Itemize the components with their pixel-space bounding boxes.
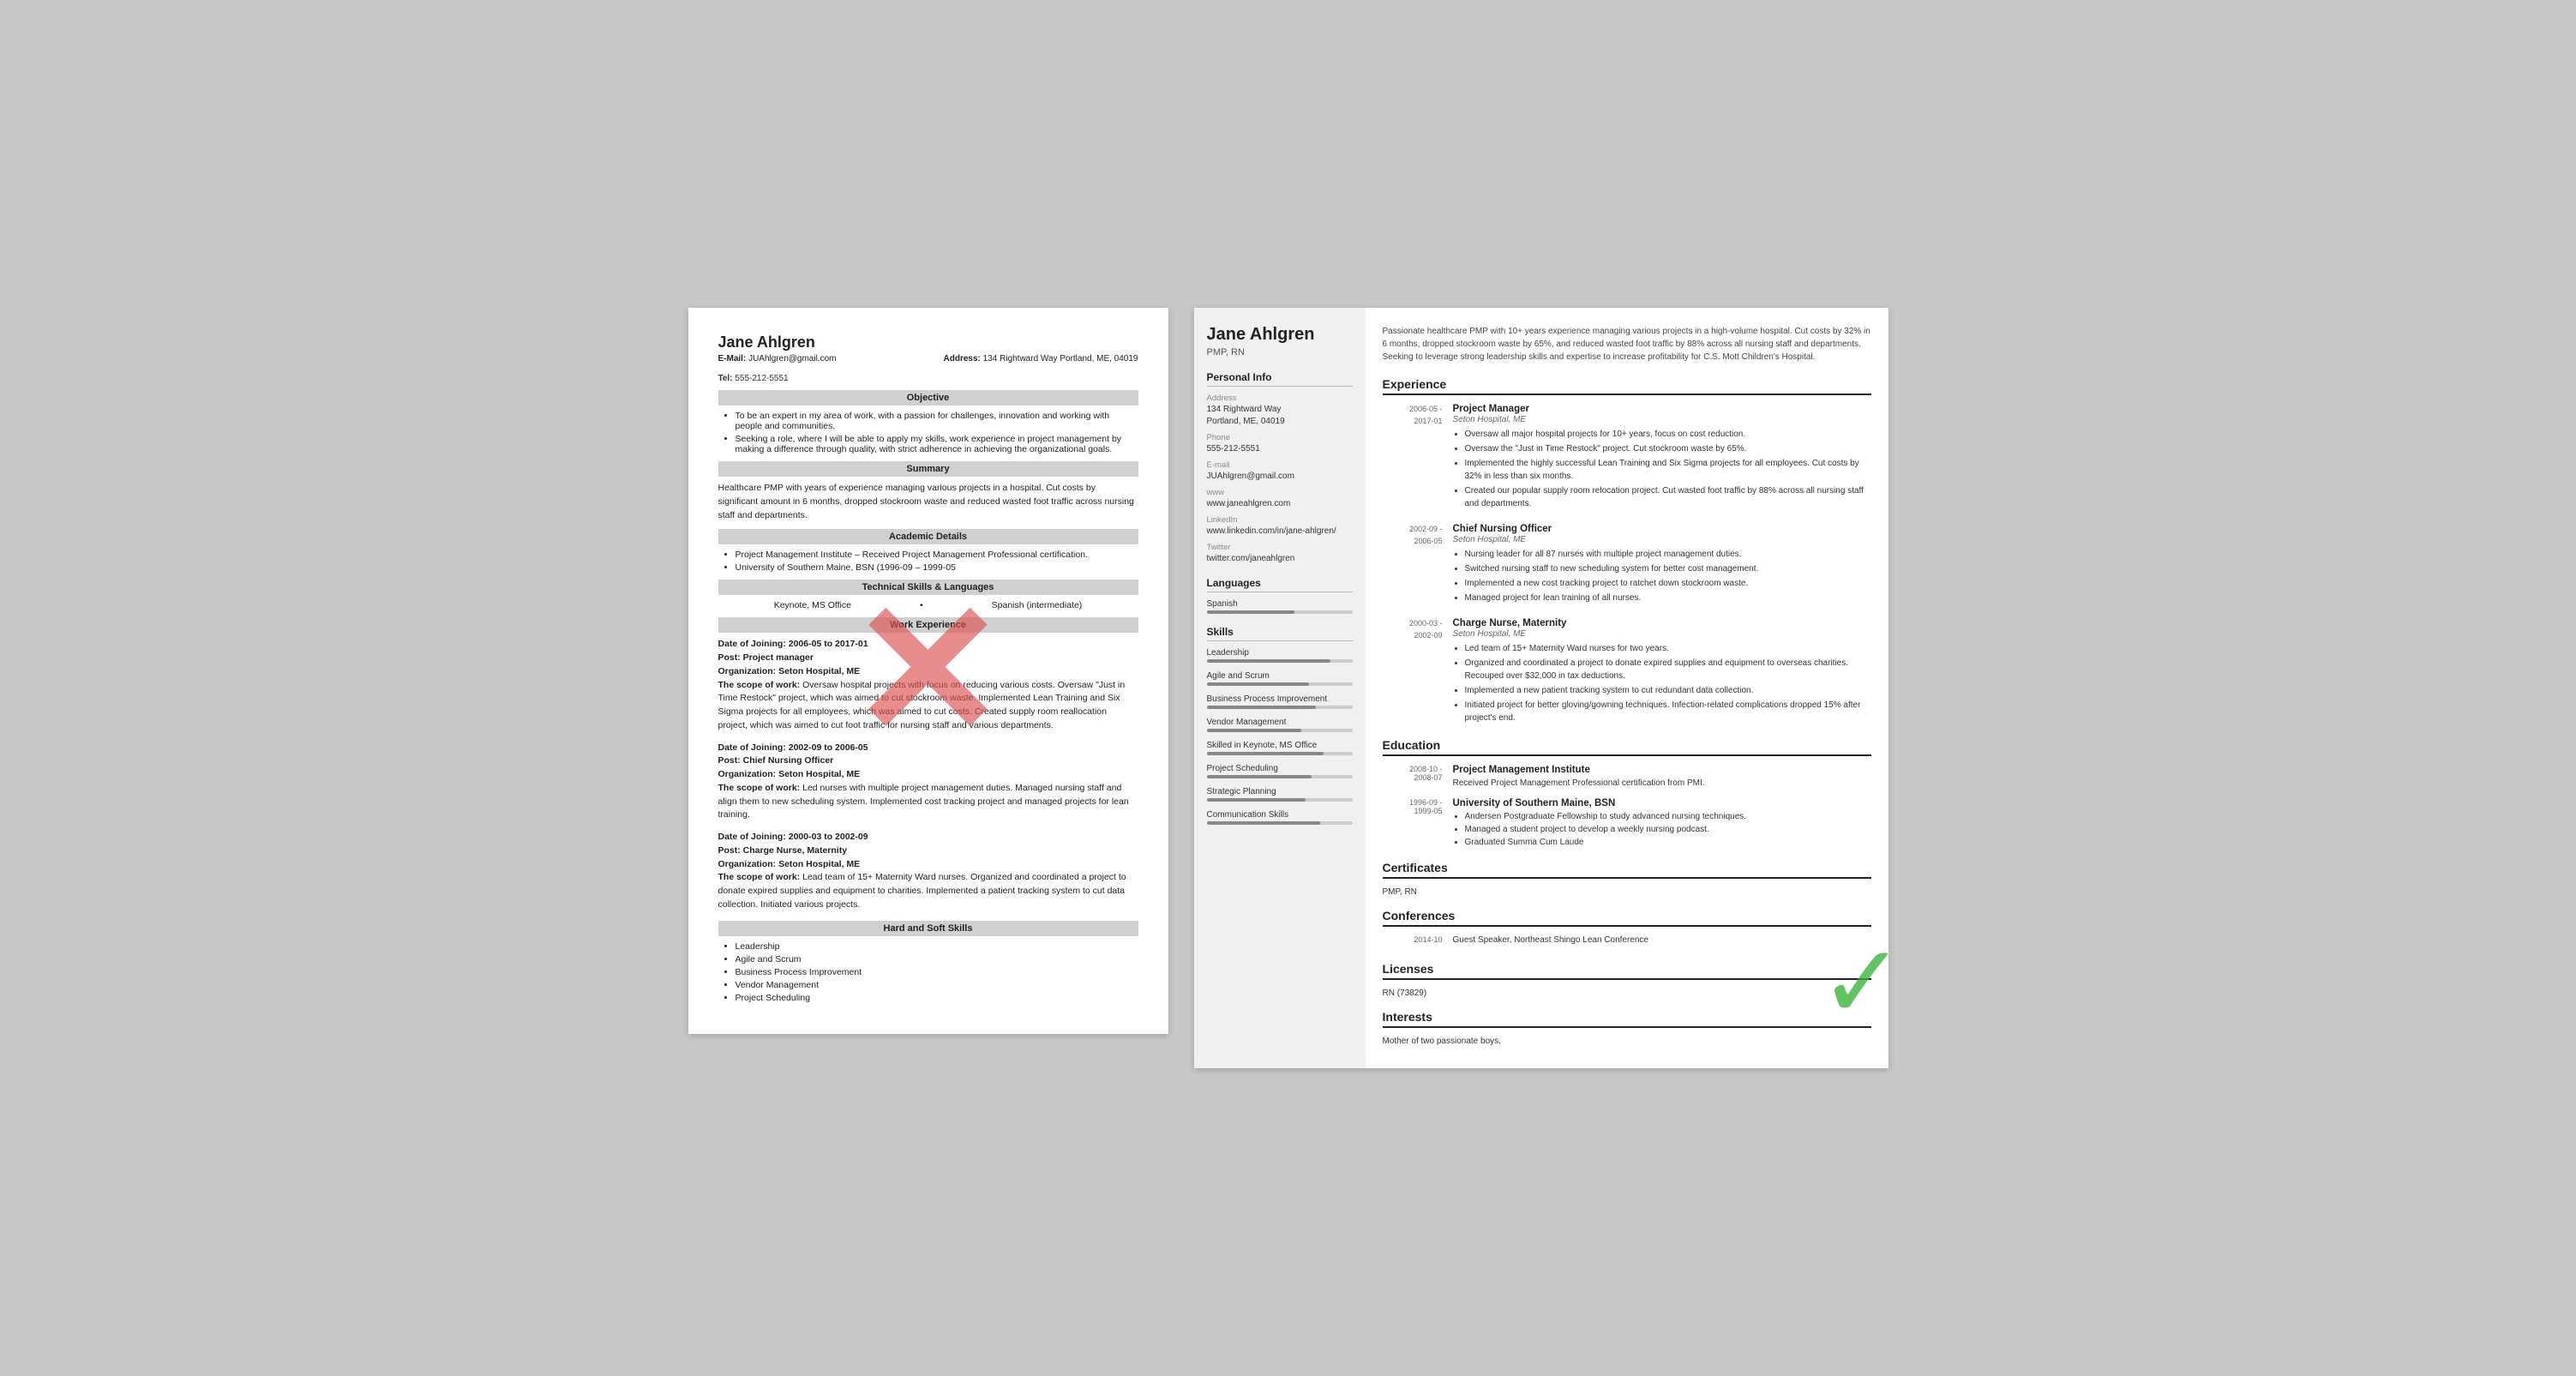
hard-soft-list: Leadership Agile and Scrum Business Proc… bbox=[718, 941, 1138, 1003]
skill-keynote: Skilled in Keynote, MS Office bbox=[1207, 741, 1353, 755]
languages-section: Languages Spanish bbox=[1207, 577, 1353, 614]
email-label: E-mail bbox=[1207, 460, 1353, 470]
edu-entry-1: 2008-10 - 2008-07 Project Management Ins… bbox=[1383, 765, 1871, 790]
academic-item-1: Project Management Institute – Received … bbox=[736, 550, 1138, 560]
spanish-bar bbox=[1207, 610, 1353, 614]
exp-entry-2: 2002-09 - 2006-05 Chief Nursing Officer … bbox=[1383, 524, 1871, 606]
hard-soft-header: Hard and Soft Skills bbox=[718, 921, 1138, 936]
skill-project-scheduling: Project Scheduling bbox=[1207, 764, 1353, 778]
work-entry-3: Date of Joining: 2000-03 to 2002-09 Post… bbox=[718, 831, 1138, 912]
spanish-bar-fill bbox=[1207, 610, 1294, 614]
address-value: 134 Rightward WayPortland, ME, 04019 bbox=[1207, 404, 1353, 428]
objective-header: Objective bbox=[718, 390, 1138, 406]
phone-value: 555-212-5551 bbox=[1207, 443, 1353, 455]
personal-info-title: Personal Info bbox=[1207, 371, 1353, 387]
skill-communication: Communication Skills bbox=[1207, 810, 1353, 825]
hard-soft-2: Agile and Scrum bbox=[736, 954, 1138, 964]
exp-dates-1: 2006-05 - 2017-01 bbox=[1383, 404, 1443, 512]
work-entry-2: Date of Joining: 2002-09 to 2006-05 Post… bbox=[718, 742, 1138, 823]
right-main: Passionate healthcare PMP with 10+ years… bbox=[1366, 308, 1888, 1068]
email-value: JUAhlgren@gmail.com bbox=[1207, 471, 1353, 483]
objective-list: To be an expert in my area of work, with… bbox=[718, 411, 1138, 454]
edu-dates-2: 1996-09 - 1999-05 bbox=[1383, 798, 1443, 849]
twitter-value: twitter.com/janeahlgren bbox=[1207, 553, 1353, 565]
exp-details-3: Charge Nurse, Maternity Seton Hospital, … bbox=[1453, 618, 1871, 726]
objective-item-2: Seeking a role, where I will be able to … bbox=[736, 434, 1138, 454]
twitter-label: Twitter bbox=[1207, 543, 1353, 552]
skill-bpi: Business Process Improvement bbox=[1207, 694, 1353, 709]
work-header: Work Experience bbox=[718, 617, 1138, 633]
www-label: www bbox=[1207, 488, 1353, 497]
linkedin-value: www.linkedin.com/in/jane-ahlgren/ bbox=[1207, 526, 1353, 538]
skills-title: Skills bbox=[1207, 626, 1353, 641]
exp-entry-1: 2006-05 - 2017-01 Project Manager Seton … bbox=[1383, 404, 1871, 512]
int-title: Interests bbox=[1383, 1010, 1871, 1028]
hard-soft-4: Vendor Management bbox=[736, 980, 1138, 990]
hard-soft-1: Leadership bbox=[736, 941, 1138, 952]
academic-item-2: University of Southern Maine, BSN (1996-… bbox=[736, 562, 1138, 573]
hard-soft-5: Project Scheduling bbox=[736, 993, 1138, 1003]
academic-header: Academic Details bbox=[718, 529, 1138, 544]
right-sidebar: Jane Ahlgren PMP, RN Personal Info Addre… bbox=[1194, 308, 1366, 1068]
right-name: Jane Ahlgren bbox=[1207, 325, 1353, 345]
exp-bullets-2: Nursing leader for all 87 nurses with mu… bbox=[1453, 548, 1871, 604]
conf-entry-1: 2014-10 Guest Speaker, Northeast Shingo … bbox=[1383, 935, 1871, 950]
left-email: E-Mail: JUAhlgren@gmail.com bbox=[718, 354, 837, 364]
edu-details-2: University of Southern Maine, BSN Anders… bbox=[1453, 798, 1871, 849]
exp-dates-3: 2000-03 - 2002-09 bbox=[1383, 618, 1443, 726]
spanish-label: Spanish bbox=[1207, 599, 1353, 609]
exp-bullets-3: Led team of 15+ Maternity Ward nurses fo… bbox=[1453, 642, 1871, 724]
education-title: Education bbox=[1383, 738, 1871, 756]
phone-label: Phone bbox=[1207, 433, 1353, 442]
objective-item-1: To be an expert in my area of work, with… bbox=[736, 411, 1138, 431]
spanish-skill: Spanish bbox=[1207, 599, 1353, 614]
left-address: Address: 134 Rightward Way Portland, ME,… bbox=[944, 354, 1138, 364]
linkedin-label: LinkedIn bbox=[1207, 515, 1353, 525]
skill-2: Spanish (intermediate) bbox=[992, 600, 1083, 610]
personal-info-section: Personal Info Address 134 Rightward WayP… bbox=[1207, 371, 1353, 565]
conf-title: Conferences bbox=[1383, 909, 1871, 927]
exp-details-2: Chief Nursing Officer Seton Hospital, ME… bbox=[1453, 524, 1871, 606]
skill-1: Keynote, MS Office bbox=[774, 600, 851, 610]
right-title: PMP, RN bbox=[1207, 347, 1353, 358]
left-tel: Tel: 555-212-5551 bbox=[718, 374, 1138, 383]
edu-details-1: Project Management Institute Received Pr… bbox=[1453, 765, 1871, 790]
skills-row: Keynote, MS Office • Spanish (intermedia… bbox=[718, 600, 1138, 610]
cert-title: Certificates bbox=[1383, 861, 1871, 879]
work-entry-1: Date of Joining: 2006-05 to 2017-01 Post… bbox=[718, 638, 1138, 732]
exp-entry-3: 2000-03 - 2002-09 Charge Nurse, Maternit… bbox=[1383, 618, 1871, 726]
exp-bullets-1: Oversaw all major hospital projects for … bbox=[1453, 428, 1871, 510]
summary-text: Healthcare PMP with years of experience … bbox=[718, 482, 1138, 522]
skill-strategic: Strategic Planning bbox=[1207, 787, 1353, 802]
edu-bullets-2: Andersen Postgraduate Fellowship to stud… bbox=[1453, 810, 1871, 849]
left-name: Jane Ahlgren bbox=[718, 333, 1138, 352]
skills-section: Skills Leadership Agile and Scrum Busine… bbox=[1207, 626, 1353, 825]
academic-list: Project Management Institute – Received … bbox=[718, 550, 1138, 573]
languages-title: Languages bbox=[1207, 577, 1353, 592]
right-resume: ✓ Jane Ahlgren PMP, RN Personal Info Add… bbox=[1194, 308, 1888, 1068]
hard-soft-3: Business Process Improvement bbox=[736, 967, 1138, 977]
int-1: Mother of two passionate boys. bbox=[1383, 1037, 1871, 1046]
lic-title: Licenses bbox=[1383, 962, 1871, 980]
summary-header: Summary bbox=[718, 461, 1138, 477]
experience-title: Experience bbox=[1383, 377, 1871, 395]
www-value: www.janeahlgren.com bbox=[1207, 498, 1353, 510]
exp-dates-2: 2002-09 - 2006-05 bbox=[1383, 524, 1443, 606]
technical-header: Technical Skills & Languages bbox=[718, 580, 1138, 595]
edu-dates-1: 2008-10 - 2008-07 bbox=[1383, 765, 1443, 790]
address-label: Address bbox=[1207, 394, 1353, 403]
cert-pmp: PMP, RN bbox=[1383, 887, 1871, 897]
left-resume: ✕ Jane Ahlgren E-Mail: JUAhlgren@gmail.c… bbox=[688, 308, 1168, 1034]
skill-leadership: Leadership bbox=[1207, 648, 1353, 663]
skill-vendor: Vendor Management bbox=[1207, 718, 1353, 732]
edu-entry-2: 1996-09 - 1999-05 University of Southern… bbox=[1383, 798, 1871, 849]
lic-rn: RN (73829) bbox=[1383, 988, 1871, 998]
page-container: ✕ Jane Ahlgren E-Mail: JUAhlgren@gmail.c… bbox=[688, 308, 1888, 1068]
exp-details-1: Project Manager Seton Hospital, ME Overs… bbox=[1453, 404, 1871, 512]
skill-agile: Agile and Scrum bbox=[1207, 671, 1353, 686]
right-summary: Passionate healthcare PMP with 10+ years… bbox=[1383, 325, 1871, 364]
